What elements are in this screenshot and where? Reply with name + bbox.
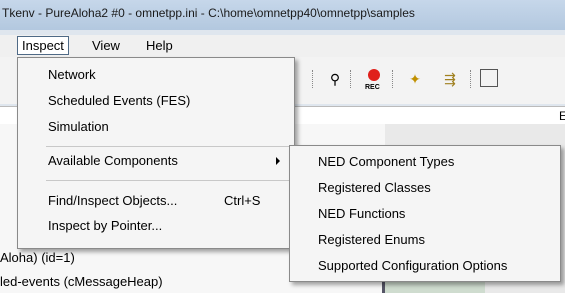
menu-item-find-inspect[interactable]: Find/Inspect Objects... Ctrl+S — [48, 191, 260, 211]
submenu-item-ned-functions[interactable]: NED Functions — [318, 203, 405, 225]
menu-item-simulation[interactable]: Simulation — [48, 117, 109, 137]
entry-right-text: E — [559, 109, 565, 123]
menu-item-scheduled-events[interactable]: Scheduled Events (FES) — [48, 91, 190, 111]
tree-item-events[interactable]: led-events (cMessageHeap) — [0, 274, 163, 289]
record-button[interactable]: REC — [364, 69, 384, 91]
menu-help[interactable]: Help — [142, 37, 177, 54]
submenu-item-config-options[interactable]: Supported Configuration Options — [318, 255, 507, 277]
menu-separator — [46, 146, 290, 147]
toolbar-separator — [392, 70, 394, 88]
menu-view[interactable]: View — [88, 37, 124, 54]
available-components-label: Available Components — [48, 153, 178, 168]
toolbar-separator — [312, 70, 314, 88]
menu-item-network[interactable]: Network — [48, 65, 96, 85]
submenu-item-ned-types[interactable]: NED Component Types — [318, 151, 454, 173]
toolbar-separator — [350, 70, 352, 88]
menu-separator — [46, 180, 290, 181]
submenu-item-registered-enums[interactable]: Registered Enums — [318, 229, 425, 251]
find-inspect-shortcut: Ctrl+S — [224, 193, 261, 208]
window-title: Tkenv - PureAloha2 #0 - omnetpp.ini - C:… — [2, 6, 415, 20]
menu-inspect[interactable]: Inspect — [17, 36, 69, 55]
inspect-menu: Network Scheduled Events (FES) Simulatio… — [17, 57, 295, 249]
tools-icon[interactable]: ✦ — [405, 69, 425, 89]
record-label: REC — [365, 84, 380, 91]
toolbar-separator — [470, 70, 472, 88]
submenu-item-registered-classes[interactable]: Registered Classes — [318, 177, 431, 199]
find-inspect-label: Find/Inspect Objects... — [48, 193, 178, 208]
menu-item-inspect-by-pointer[interactable]: Inspect by Pointer... — [48, 216, 162, 236]
available-components-submenu: NED Component Types Registered Classes N… — [289, 145, 561, 282]
find-icon[interactable]: ⚲ — [325, 69, 345, 89]
filter-icon[interactable]: ⇶ — [440, 69, 460, 89]
menu-item-available-components[interactable]: Available Components — [48, 151, 288, 171]
tree-item-network[interactable]: Aloha) (id=1) — [0, 250, 75, 265]
window-titlebar: Tkenv - PureAloha2 #0 - omnetpp.ini - C:… — [0, 0, 565, 30]
record-icon — [368, 69, 380, 81]
window-icon[interactable] — [480, 69, 498, 87]
menubar: Inspect View Help — [0, 35, 565, 57]
submenu-arrow-icon — [276, 157, 280, 165]
